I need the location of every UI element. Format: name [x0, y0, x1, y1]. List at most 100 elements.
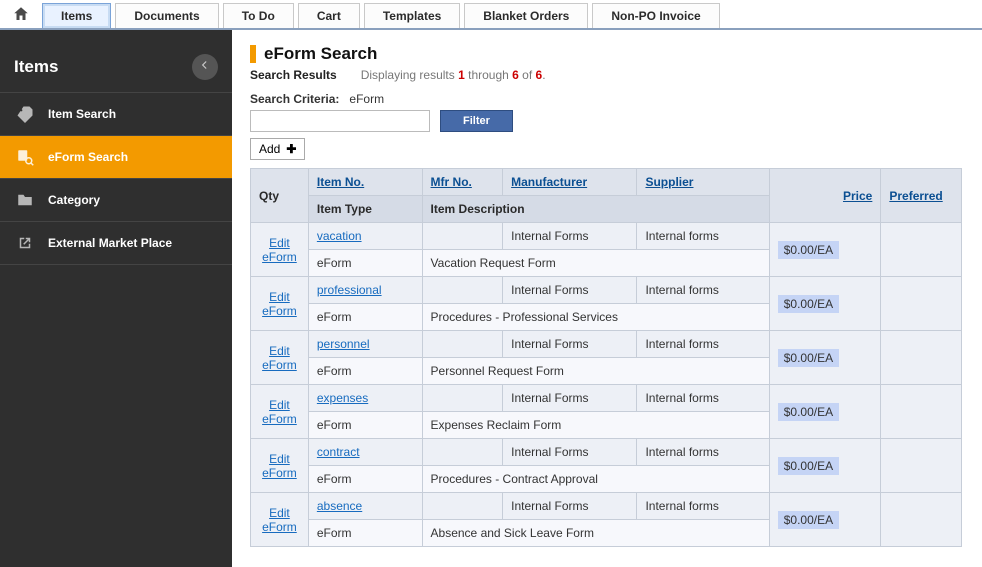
edit-eform-link[interactable]: EditeForm: [259, 236, 300, 264]
sidebar-item-category[interactable]: Category: [0, 178, 232, 221]
cell-item-type: eForm: [308, 358, 422, 385]
external-icon: [14, 232, 36, 254]
page-title: eForm Search: [264, 44, 377, 64]
arrow-left-icon: [198, 57, 212, 77]
cell-mfr-no: [422, 277, 503, 304]
plus-icon: ✚: [286, 142, 296, 156]
col-item-no[interactable]: Item No.: [317, 175, 364, 189]
table-row: EditeFormvacationInternal FormsInternal …: [251, 223, 962, 250]
sidebar-item-eform-search[interactable]: eForm Search: [0, 135, 232, 178]
search-criteria-label: Search Criteria: eForm: [250, 92, 962, 106]
col-supplier[interactable]: Supplier: [645, 175, 693, 189]
cell-description: Personnel Request Form: [422, 358, 769, 385]
table-row: EditeFormabsenceInternal FormsInternal f…: [251, 493, 962, 520]
cell-description: Procedures - Contract Approval: [422, 466, 769, 493]
cell-preferred: [881, 493, 962, 547]
sidebar: Items Item Search eForm Search Category Ext…: [0, 30, 232, 567]
home-icon: [12, 5, 30, 26]
cell-preferred: [881, 439, 962, 493]
cell-item-type: eForm: [308, 520, 422, 547]
item-no-link[interactable]: professional: [317, 283, 382, 297]
edit-eform-link[interactable]: EditeForm: [259, 506, 300, 534]
sidebar-item-label: External Market Place: [48, 236, 172, 250]
tab-cart[interactable]: Cart: [298, 3, 360, 28]
item-no-link[interactable]: vacation: [317, 229, 362, 243]
cell-supplier: Internal forms: [637, 277, 769, 304]
edit-eform-link[interactable]: EditeForm: [259, 290, 300, 318]
sidebar-header: Items: [0, 48, 232, 92]
sidebar-title: Items: [14, 57, 58, 77]
item-no-link[interactable]: absence: [317, 499, 362, 513]
filter-button[interactable]: Filter: [440, 110, 513, 132]
edit-eform-link[interactable]: EditeForm: [259, 452, 300, 480]
cell-item-type: eForm: [308, 304, 422, 331]
tab-templates[interactable]: Templates: [364, 3, 460, 28]
title-accent-bar: [250, 45, 256, 63]
cell-item-type: eForm: [308, 466, 422, 493]
cell-supplier: Internal forms: [637, 493, 769, 520]
cell-mfr-no: [422, 331, 503, 358]
cell-description: Absence and Sick Leave Form: [422, 520, 769, 547]
top-nav: ItemsDocumentsTo DoCartTemplatesBlanket …: [0, 0, 982, 30]
results-label: Search Results: [250, 68, 337, 82]
price-badge[interactable]: $0.00/EA: [778, 403, 839, 421]
cell-preferred: [881, 385, 962, 439]
results-count-text: Displaying results 1 through 6 of 6.: [361, 68, 546, 82]
add-button[interactable]: Add ✚: [250, 138, 305, 160]
tab-to-do[interactable]: To Do: [223, 3, 294, 28]
cell-manufacturer: Internal Forms: [503, 385, 637, 412]
col-price[interactable]: Price: [843, 189, 872, 203]
search-criteria-value: eForm: [349, 92, 384, 106]
cell-mfr-no: [422, 385, 503, 412]
eform-search-icon: [14, 146, 36, 168]
sidebar-item-external-market-place[interactable]: External Market Place: [0, 221, 232, 265]
tab-documents[interactable]: Documents: [115, 3, 218, 28]
cell-supplier: Internal forms: [637, 331, 769, 358]
cell-manufacturer: Internal Forms: [503, 223, 637, 250]
table-row: EditeFormexpensesInternal FormsInternal …: [251, 385, 962, 412]
item-no-link[interactable]: expenses: [317, 391, 368, 405]
cell-description: Procedures - Professional Services: [422, 304, 769, 331]
sidebar-item-item-search[interactable]: Item Search: [0, 92, 232, 135]
cell-item-type: eForm: [308, 412, 422, 439]
price-badge[interactable]: $0.00/EA: [778, 457, 839, 475]
table-row: EditeFormcontractInternal FormsInternal …: [251, 439, 962, 466]
cell-mfr-no: [422, 223, 503, 250]
col-manufacturer[interactable]: Manufacturer: [511, 175, 587, 189]
sidebar-item-label: Category: [48, 193, 100, 207]
sidebar-item-label: Item Search: [48, 107, 116, 121]
table-row: EditeFormpersonnelInternal FormsInternal…: [251, 331, 962, 358]
item-no-link[interactable]: contract: [317, 445, 360, 459]
tab-non-po-invoice[interactable]: Non-PO Invoice: [592, 3, 719, 28]
col-preferred[interactable]: Preferred: [889, 189, 942, 203]
cell-supplier: Internal forms: [637, 439, 769, 466]
cell-manufacturer: Internal Forms: [503, 439, 637, 466]
cell-item-type: eForm: [308, 250, 422, 277]
cell-manufacturer: Internal Forms: [503, 493, 637, 520]
price-badge[interactable]: $0.00/EA: [778, 349, 839, 367]
cell-description: Vacation Request Form: [422, 250, 769, 277]
search-criteria-input[interactable]: [250, 110, 430, 132]
tab-items[interactable]: Items: [42, 3, 111, 28]
main-content: eForm Search Search Results Displaying r…: [232, 30, 982, 567]
sidebar-collapse-button[interactable]: [192, 54, 218, 80]
cell-mfr-no: [422, 493, 503, 520]
cell-manufacturer: Internal Forms: [503, 277, 637, 304]
price-badge[interactable]: $0.00/EA: [778, 511, 839, 529]
home-button[interactable]: [6, 3, 36, 27]
col-mfr-no[interactable]: Mfr No.: [431, 175, 472, 189]
item-no-link[interactable]: personnel: [317, 337, 370, 351]
col-item-type: Item Type: [308, 196, 422, 223]
price-badge[interactable]: $0.00/EA: [778, 241, 839, 259]
cell-preferred: [881, 223, 962, 277]
price-badge[interactable]: $0.00/EA: [778, 295, 839, 313]
results-table: Qty Item No. Mfr No. Manufacturer Suppli…: [250, 168, 962, 547]
add-button-label: Add: [259, 142, 280, 156]
cell-preferred: [881, 277, 962, 331]
cell-supplier: Internal forms: [637, 385, 769, 412]
cell-mfr-no: [422, 439, 503, 466]
edit-eform-link[interactable]: EditeForm: [259, 398, 300, 426]
table-row: EditeFormprofessionalInternal FormsInter…: [251, 277, 962, 304]
edit-eform-link[interactable]: EditeForm: [259, 344, 300, 372]
tab-blanket-orders[interactable]: Blanket Orders: [464, 3, 588, 28]
